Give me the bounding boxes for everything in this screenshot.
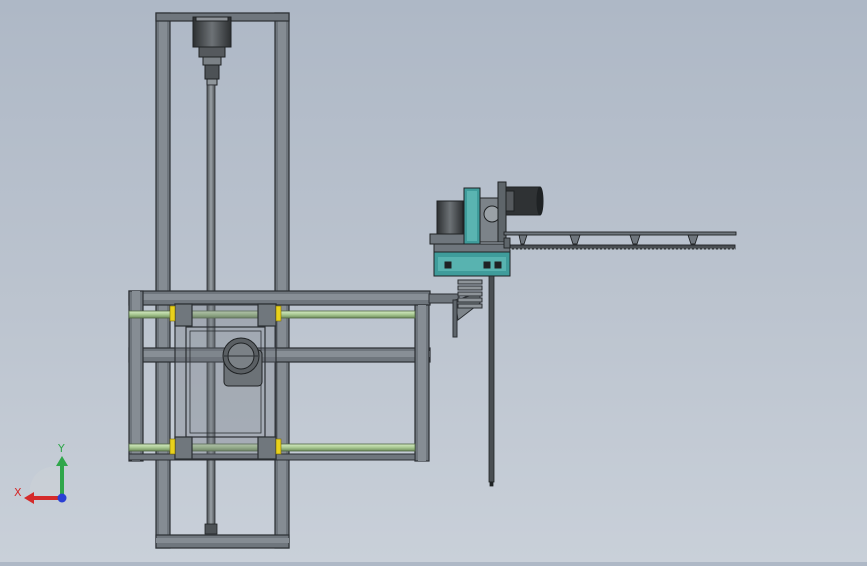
z-axis-dot-icon [57, 493, 67, 503]
horizontal-belt-arm [503, 231, 737, 250]
vertical-probe [488, 275, 495, 487]
vertical-frame [155, 12, 290, 549]
cad-model-view [128, 12, 737, 549]
z-axis-shading-icon [29, 466, 62, 498]
spring [457, 279, 483, 309]
coordinate-triad[interactable]: X Y [14, 442, 74, 508]
cad-viewport[interactable]: X Y [0, 0, 867, 562]
triad-svg [24, 456, 68, 504]
y-axis-label: Y [58, 442, 65, 455]
x-axis-label: X [14, 486, 22, 499]
gripper-assembly [429, 181, 544, 277]
top-motor [192, 16, 232, 86]
gripper-left-motor [436, 200, 464, 238]
